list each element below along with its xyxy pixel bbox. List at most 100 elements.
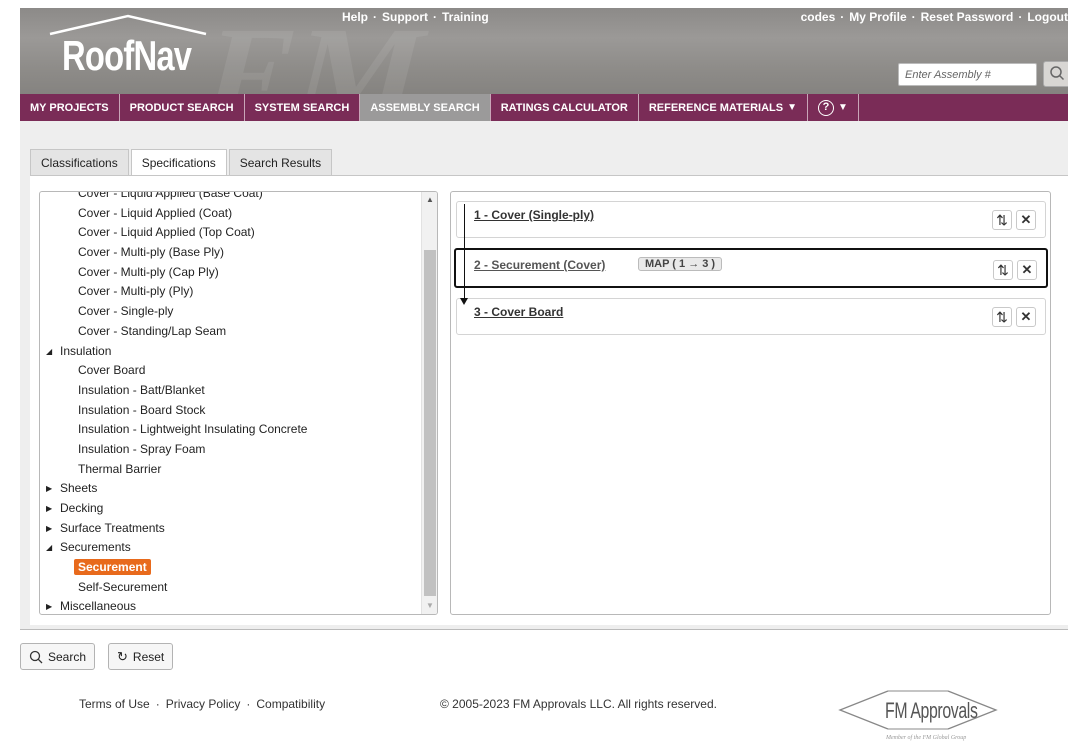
nav-product-search[interactable]: PRODUCT SEARCH [120,94,245,121]
tree-item[interactable]: Cover - Liquid Applied (Coat) [40,204,422,224]
tree-group[interactable]: ▶ Miscellaneous [40,597,422,614]
logout-link[interactable]: Logout [1027,10,1068,24]
collapsed-triangle-icon[interactable]: ▶ [46,479,52,499]
scroll-down-icon[interactable]: ▼ [422,598,437,614]
nav-reference-materials-label: REFERENCE MATERIALS [648,101,784,114]
tree-item-label: Miscellaneous [60,599,137,614]
reorder-icon[interactable]: ⇅ [992,210,1012,230]
layer-title[interactable]: 2 - Securement (Cover) [474,258,605,272]
tree-item[interactable]: Insulation - Spray Foam [40,440,422,460]
tree-scrollbar[interactable]: ▲ ▼ [421,192,437,614]
collapsed-triangle-icon[interactable]: ▶ [46,499,52,519]
layer-card[interactable]: 3 - Cover Board ⇅ ✕ [456,298,1046,335]
tree-item[interactable]: Self-Securement [40,578,422,598]
nav-my-projects[interactable]: MY PROJECTS [20,94,120,121]
search-icon [29,650,43,663]
reorder-icon[interactable]: ⇅ [992,307,1012,327]
tree-group[interactable]: ◢ Insulation [40,342,422,362]
tree-item[interactable]: Cover - Multi-ply (Base Ply) [40,243,422,263]
map-badge: MAP ( 1 → 3 ) [638,257,723,271]
scroll-thumb[interactable] [424,250,436,596]
collapsed-triangle-icon[interactable]: ▶ [46,597,52,614]
help-link[interactable]: Help [342,10,368,24]
expanded-triangle-icon[interactable]: ◢ [46,342,52,362]
tree-group[interactable]: ▶ Surface Treatments [40,519,422,539]
nav-ratings-calculator[interactable]: RATINGS CALCULATOR [491,94,639,121]
close-icon[interactable]: ✕ [1016,307,1036,327]
map-arrow-line [464,204,465,302]
tree-item-label: Cover Board [78,363,146,378]
nav-reference-materials[interactable]: REFERENCE MATERIALS ▼ [639,94,808,121]
arrow-down-icon [460,298,468,305]
collapsed-triangle-icon[interactable]: ▶ [46,519,52,539]
privacy-link[interactable]: Privacy Policy [166,697,241,711]
tree-group[interactable]: ◢ Securements [40,538,422,558]
user-links: codes · My Profile · Reset Password · Logout [800,10,1068,24]
reorder-icon[interactable]: ⇅ [993,260,1013,280]
tree-item[interactable]: Insulation - Batt/Blanket [40,381,422,401]
tree-item[interactable]: Cover - Multi-ply (Cap Ply) [40,263,422,283]
nav-assembly-search[interactable]: ASSEMBLY SEARCH [360,94,491,121]
tree-group[interactable]: ▶ Decking [40,499,422,519]
caret-down-icon: ▼ [838,102,848,113]
tree-list: Cover - Liquid Applied (Base Coat) Cover… [40,191,422,614]
reset-icon: ↻ [117,648,128,664]
tree-item[interactable]: Securement [40,558,422,578]
terms-link[interactable]: Terms of Use [79,697,150,711]
tree-item-label: Cover - Liquid Applied (Base Coat) [78,191,263,200]
main-nav: MY PROJECTS PRODUCT SEARCH SYSTEM SEARCH… [20,94,1068,121]
training-link[interactable]: Training [442,10,489,24]
tree-item[interactable]: Cover Board [40,361,422,381]
codes-link[interactable]: codes [801,10,836,24]
layer-title[interactable]: 3 - Cover Board [474,305,563,319]
reset-button[interactable]: ↻ Reset [108,643,174,670]
fm-logo-text: FM Approvals [885,698,978,723]
footer: Terms of Use · Privacy Policy · Compatibilit… [0,690,1068,754]
assembly-number-input[interactable] [898,63,1037,86]
tree-item[interactable]: Cover - Single-ply [40,302,422,322]
assembly-builder: 1 - Cover (Single-ply) ⇅ ✕ 2 - Securemen… [450,191,1051,615]
tree-group[interactable]: ▶ Sheets [40,479,422,499]
tab-bar: Classifications Specifications Search Re… [30,149,334,176]
tree-item-label: Insulation [60,343,112,358]
tree-item-label: Thermal Barrier [78,461,162,476]
layer-title[interactable]: 1 - Cover (Single-ply) [474,208,594,222]
tree-item-label: Securements [60,540,131,555]
tree-item-clipped[interactable]: Cover - Liquid Applied (Base Coat) [40,191,422,204]
layer-card-highlighted[interactable]: 2 - Securement (Cover) MAP ( 1 → 3 ) ⇅ ✕ [454,248,1048,288]
search-button[interactable]: Search [20,643,96,670]
tree-item-label: Cover - Liquid Applied (Top Coat) [78,225,255,240]
footer-links: Terms of Use · Privacy Policy · Compatibilit… [79,697,326,711]
fm-approvals-logo[interactable]: FM Approvals Member of the FM Global Gro… [838,685,998,747]
nav-help-menu[interactable]: ? ▼ [808,94,859,121]
tree-item[interactable]: Cover - Standing/Lap Seam [40,322,422,342]
roofnav-logo[interactable]: RoofNav [42,14,212,78]
tree-item[interactable]: Thermal Barrier [40,460,422,480]
close-icon[interactable]: ✕ [1016,210,1036,230]
layer-card[interactable]: 1 - Cover (Single-ply) ⇅ ✕ [456,201,1046,238]
support-link[interactable]: Support [382,10,428,24]
tab-specifications[interactable]: Specifications [130,149,227,176]
tree-item[interactable]: Cover - Multi-ply (Ply) [40,282,422,302]
tree-item[interactable]: Insulation - Lightweight Insulating Conc… [40,420,422,440]
tree-item-label: Cover - Multi-ply (Ply) [78,284,194,299]
assembly-search-button[interactable] [1043,61,1068,87]
reset-password-link[interactable]: Reset Password [921,10,1014,24]
expanded-triangle-icon[interactable]: ◢ [46,538,52,558]
tree-item[interactable]: Cover - Liquid Applied (Top Coat) [40,223,422,243]
search-button-label: Search [48,649,87,664]
scroll-up-icon[interactable]: ▲ [422,192,437,208]
tree-item-label: Self-Securement [78,579,168,594]
close-icon[interactable]: ✕ [1017,260,1037,280]
tab-classifications[interactable]: Classifications [30,149,129,175]
tree-item[interactable]: Insulation - Board Stock [40,401,422,421]
nav-system-search[interactable]: SYSTEM SEARCH [245,94,361,121]
category-tree[interactable]: Cover - Liquid Applied (Base Coat) Cover… [39,191,438,615]
copyright: © 2005-2023 FM Approvals LLC. All rights… [440,697,717,711]
compatibility-link[interactable]: Compatibility [256,697,325,711]
site-header: FM RoofNav Help · Support · Training codes · M… [20,8,1068,94]
tab-search-results[interactable]: Search Results [228,149,333,175]
my-profile-link[interactable]: My Profile [849,10,906,24]
tree-item-label: Decking [60,501,104,515]
tree-item-label: Insulation - Lightweight Insulating Conc… [78,422,308,437]
